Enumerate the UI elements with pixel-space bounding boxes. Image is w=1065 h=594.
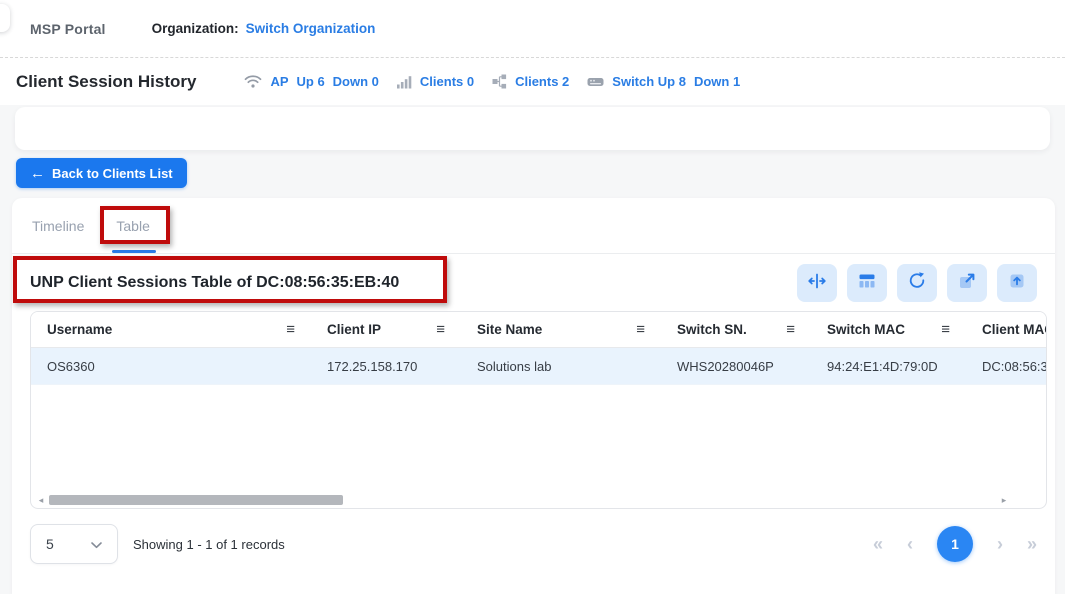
cell-switch-mac: 94:24:E1:4D:79:0D [811,359,966,374]
table-toolbar [797,264,1037,302]
pagination: « ‹ 1 › » [873,526,1037,562]
wifi-icon [244,74,262,89]
column-label: Switch SN. [677,322,747,337]
switch-icon [587,76,604,88]
records-summary: Showing 1 - 1 of 1 records [133,537,285,552]
export-icon [1007,271,1027,294]
stat-ap-up: Up 6 [297,74,325,89]
back-to-clients-button[interactable]: ← Back to Clients List [16,158,187,188]
column-menu-icon[interactable]: ≡ [286,321,295,338]
refresh-icon [907,271,927,294]
column-header-username[interactable]: Username ≡ [31,321,311,338]
status-summary: AP Up 6 Down 0 Clients 0 Clients 2 [244,74,740,89]
top-navigation-bar: MSP Portal Organization: Switch Organiza… [0,0,1065,58]
tab-bar: Timeline Table [12,198,1055,254]
last-page-icon[interactable]: » [1027,535,1037,553]
first-page-icon[interactable]: « [873,535,883,553]
scrollbar-thumb[interactable] [49,495,343,505]
stat-switch-down: Down 1 [694,74,740,89]
open-external-button[interactable] [947,264,987,302]
chevron-down-icon [91,536,102,552]
scroll-right-arrow-icon[interactable]: ▸ [998,494,1010,506]
column-label: Switch MAC [827,322,905,337]
table-header-row: Username ≡ Client IP ≡ Site Name ≡ Switc… [31,312,1047,348]
column-label: Username [47,322,112,337]
page-size-select[interactable]: 5 [30,524,118,564]
column-menu-icon[interactable]: ≡ [941,321,950,338]
signal-bars-icon [397,75,412,89]
stat-switch-up: Switch Up 8 [612,74,686,89]
column-label: Site Name [477,322,542,337]
main-content: ← Back to Clients List Timeline Table UN… [0,105,1065,582]
column-label: Client MAC [982,322,1047,337]
next-page-icon[interactable]: › [997,535,1003,553]
columns-button[interactable] [847,264,887,302]
column-menu-icon[interactable]: ≡ [786,321,795,338]
brand-title: MSP Portal [30,21,106,37]
column-menu-icon[interactable]: ≡ [436,321,445,338]
table-title-row: UNP Client Sessions Table of DC:08:56:35… [12,254,1055,311]
fit-columns-button[interactable] [797,264,837,302]
page-header: Client Session History AP Up 6 Down 0 Cl… [0,58,1065,106]
page-size-value: 5 [46,536,54,552]
stat-ap-down: Down 0 [333,74,379,89]
columns-icon [857,271,877,294]
fit-columns-icon [807,271,827,294]
column-header-switch-mac[interactable]: Switch MAC ≡ [811,321,966,338]
table-footer: 5 Showing 1 - 1 of 1 records « ‹ 1 › » [30,524,1037,564]
horizontal-scrollbar: ◂ ▸ [33,494,1044,506]
cell-site-name: Solutions lab [461,359,661,374]
column-label: Client IP [327,322,381,337]
session-history-card: Timeline Table UNP Client Sessions Table… [12,198,1055,594]
current-page-button[interactable]: 1 [937,526,973,562]
open-external-icon [957,271,977,294]
page-title: Client Session History [16,72,196,92]
active-tab-indicator [112,250,156,253]
stat-wired-clients: Clients 2 [515,74,569,89]
export-button[interactable] [997,264,1037,302]
column-header-client-ip[interactable]: Client IP ≡ [311,321,461,338]
table-inner: Username ≡ Client IP ≡ Site Name ≡ Switc… [31,312,1047,385]
stat-ap-label: AP [270,74,288,89]
refresh-button[interactable] [897,264,937,302]
topology-icon [492,74,507,89]
column-menu-icon[interactable]: ≡ [636,321,645,338]
cell-client-mac: DC:08:56:35:EB:40 [966,359,1047,374]
tab-timeline[interactable]: Timeline [32,218,84,234]
previous-page-icon[interactable]: ‹ [907,535,913,553]
column-header-site-name[interactable]: Site Name ≡ [461,321,661,338]
back-button-label: Back to Clients List [52,166,173,181]
back-arrow-icon: ← [30,166,45,181]
column-header-switch-sn[interactable]: Switch SN. ≡ [661,321,811,338]
table-row[interactable]: OS6360 172.25.158.170 Solutions lab WHS2… [31,348,1047,385]
organization-link[interactable]: Switch Organization [246,21,376,36]
stat-wireless-clients: Clients 0 [420,74,474,89]
sessions-table: Username ≡ Client IP ≡ Site Name ≡ Switc… [30,311,1047,509]
cell-username: OS6360 [31,359,311,374]
filter-card [15,107,1050,150]
organization-label: Organization: [152,21,239,36]
sidebar-toggle[interactable] [0,4,10,32]
column-header-client-mac[interactable]: Client MAC ≡ [966,321,1047,338]
cell-switch-sn: WHS20280046P [661,359,811,374]
tab-table[interactable]: Table [116,218,149,234]
table-title: UNP Client Sessions Table of DC:08:56:35… [30,274,399,292]
scroll-left-arrow-icon[interactable]: ◂ [35,494,47,506]
cell-client-ip: 172.25.158.170 [311,359,461,374]
